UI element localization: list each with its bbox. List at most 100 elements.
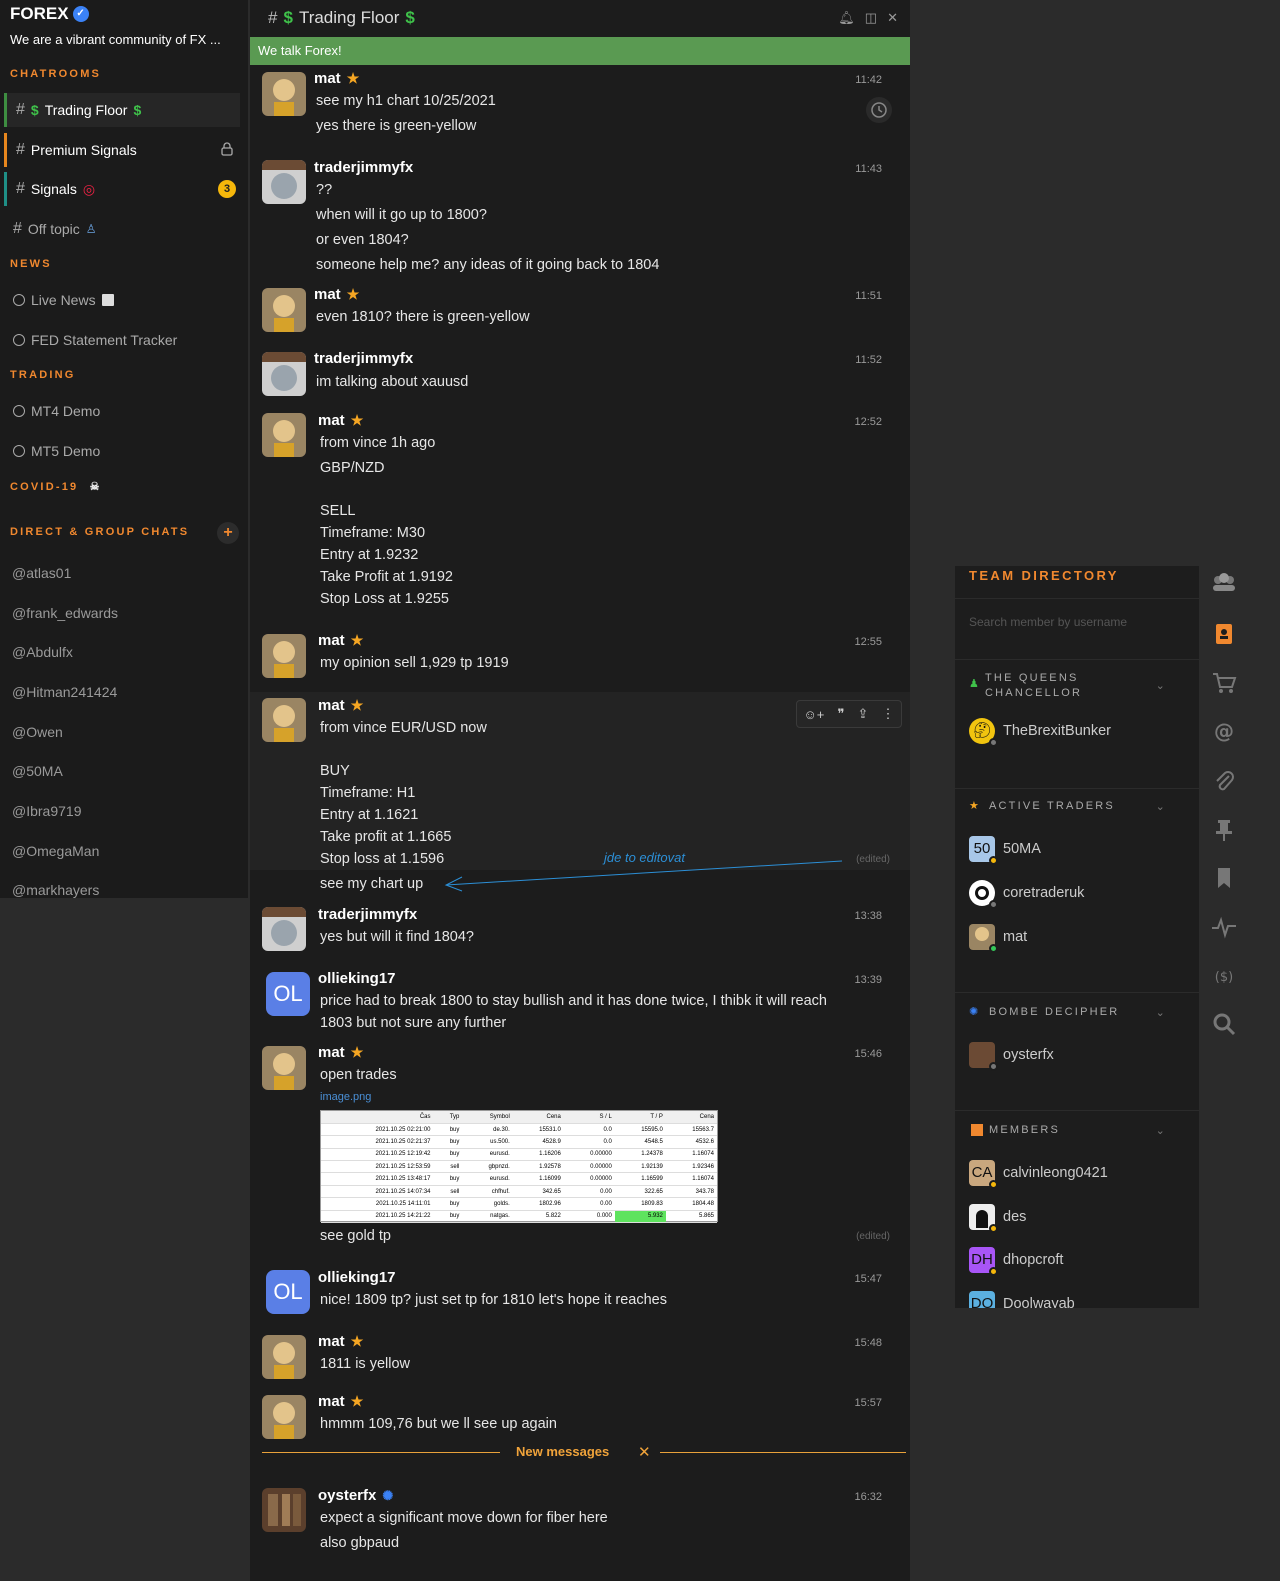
member-item[interactable]: 🤔︎ TheBrexitBunker [969, 716, 1111, 747]
chevron-down-icon[interactable]: ⌄ [1156, 1124, 1167, 1137]
group-members[interactable]: MEMBERS ⌄ [955, 1124, 1199, 1137]
member-item[interactable]: DH dhopcroft [969, 1245, 1063, 1276]
dm-item[interactable]: @markhayers [12, 882, 99, 898]
avatar[interactable] [262, 1488, 306, 1532]
member-item[interactable]: 50 50MA [969, 834, 1041, 865]
trades-cell: 1.16074 [665, 1148, 717, 1162]
message-author[interactable]: ollieking17 [318, 1269, 396, 1286]
dm-item[interactable]: @50MA [12, 763, 63, 779]
channel-premium-signals[interactable]: # Premium Signals [4, 133, 240, 167]
trades-table: Čas Typ Symbol Cena S / LT / P Cena 2021.10.2… [321, 1111, 717, 1224]
trades-cell: 0.00 [563, 1197, 615, 1211]
chat-panel: # $ Trading Floor $ 🔔︎ ◫ ✕ We talk Forex… [250, 0, 910, 1581]
member-item[interactable]: des [969, 1202, 1026, 1233]
group-queens-chancellor[interactable]: ♟ THE QUEENS CHANCELLOR ⌄ [955, 671, 1199, 701]
chevron-down-icon[interactable]: ⌄ [1156, 1006, 1167, 1019]
avatar[interactable] [262, 1335, 306, 1379]
member-avatar [969, 880, 998, 909]
message-text: open trades [320, 1067, 397, 1083]
member-search-input[interactable]: Search member by username [955, 598, 1199, 660]
server-name[interactable]: FOREX ✓ [10, 4, 89, 24]
cart-icon[interactable] [1210, 669, 1238, 697]
message-author[interactable]: traderjimmyfx [318, 906, 417, 923]
trades-cell: 0.00000 [563, 1172, 615, 1186]
member-item[interactable]: mat [969, 922, 1028, 953]
message-author[interactable]: mat ★ [318, 1393, 363, 1410]
member-name: Doolwayab [1003, 1296, 1075, 1308]
trades-cell: sell [433, 1185, 463, 1199]
avatar[interactable] [262, 1046, 306, 1090]
server-tagline: We are a vibrant community of FX ... [10, 32, 221, 47]
member-avatar: 🤔︎ [969, 718, 998, 747]
section-news[interactable]: NEWS [10, 258, 52, 270]
message-time: 15:48 [854, 1337, 882, 1349]
trades-cell: de.30. [462, 1123, 513, 1137]
add-chat-button[interactable]: + [217, 522, 239, 544]
dm-item[interactable]: @OmegaMan [12, 843, 99, 859]
annotation-arrow [444, 860, 843, 892]
section-direct[interactable]: DIRECT & GROUP CHATS [10, 526, 189, 538]
channel-mt5-demo[interactable]: MT5 Demo [4, 434, 240, 468]
member-item[interactable]: oysterfx [969, 1040, 1054, 1071]
message-author[interactable]: ollieking17 [318, 970, 396, 987]
group-active-traders[interactable]: ★ ACTIVE TRADERS ⌄ [955, 800, 1199, 813]
oysterfx-avatar [262, 1488, 306, 1532]
search-icon[interactable] [1210, 1010, 1238, 1038]
mention-icon[interactable]: @ [1210, 718, 1238, 746]
member-name: 50MA [1003, 841, 1041, 857]
dismiss-new-messages-icon[interactable]: ✕ [638, 1443, 651, 1461]
activity-icon[interactable] [1210, 913, 1238, 941]
dm-item[interactable]: @frank_edwards [12, 605, 118, 621]
new-messages-divider: New messages ✕ [262, 1443, 906, 1461]
pin-icon[interactable] [1210, 816, 1238, 844]
message-author[interactable]: mat ★ [318, 1333, 363, 1350]
attachment-link[interactable]: image.png [320, 1091, 371, 1103]
dm-item[interactable]: @Abdulfx [12, 644, 73, 660]
channel-live-news[interactable]: Live News [4, 283, 240, 317]
attachment-icon[interactable] [1210, 767, 1238, 795]
channel-label: Trading Floor [44, 102, 128, 118]
dm-item[interactable]: @atlas01 [12, 565, 71, 581]
section-chatrooms[interactable]: CHATROOMS [10, 68, 101, 80]
trades-image[interactable]: Čas Typ Symbol Cena S / LT / P Cena 2021.10.2… [320, 1110, 718, 1224]
member-item[interactable]: coretraderuk [969, 878, 1084, 909]
dm-item[interactable]: @Owen [12, 724, 63, 740]
channel-signals[interactable]: # Signals ◎ 3 [4, 172, 240, 206]
trades-cell: 2021.10.25 02:21:37 [321, 1135, 434, 1149]
member-item[interactable]: DO Doolwayab [969, 1289, 1075, 1308]
message-text: see gold tp [320, 1228, 391, 1244]
message-text: hmmm 109,76 but we ll see up again [320, 1416, 557, 1432]
divider-rule [660, 1452, 906, 1453]
trades-cell: eurusd. [462, 1148, 513, 1162]
divider-rule [262, 1452, 500, 1453]
message-author[interactable]: oysterfx ✺ [318, 1487, 393, 1504]
dm-item[interactable]: @Hitman241424 [12, 684, 117, 700]
avatar[interactable] [262, 907, 306, 951]
section-trading[interactable]: TRADING [10, 369, 76, 381]
message-author[interactable]: mat ★ [318, 1044, 363, 1061]
star-icon: ★ [350, 1393, 364, 1409]
group-label: MEMBERS [989, 1124, 1061, 1136]
channel-fed-tracker[interactable]: FED Statement Tracker [4, 323, 240, 357]
group-bombe-decipher[interactable]: ✺ BOMBE DECIPHER ⌄ [955, 1006, 1199, 1019]
trades-cell: golds. [462, 1197, 513, 1211]
avatar[interactable] [262, 1395, 306, 1439]
trades-cell: 0.000 [563, 1210, 615, 1224]
channel-off-topic[interactable]: # Off topic ♙ [4, 212, 240, 246]
dm-item[interactable]: @Ibra9719 [12, 803, 81, 819]
channel-mt4-demo[interactable]: MT4 Demo [4, 394, 240, 428]
mat-avatar [262, 1046, 306, 1090]
avatar[interactable]: OL [266, 1270, 310, 1314]
avatar[interactable]: OL [266, 972, 310, 1016]
trades-cell: 322.65 [614, 1185, 666, 1199]
member-name: mat [1003, 929, 1028, 945]
chevron-down-icon[interactable]: ⌄ [1156, 679, 1167, 692]
chevron-down-icon[interactable]: ⌄ [1156, 800, 1167, 813]
team-icon[interactable] [1210, 569, 1238, 597]
section-covid[interactable]: COVID-19 ☠ [10, 480, 102, 493]
contact-book-icon[interactable] [1210, 620, 1238, 648]
member-item[interactable]: CA calvinleong0421 [969, 1158, 1108, 1189]
channel-trading-floor[interactable]: # $ Trading Floor $ [4, 93, 240, 127]
bookmark-icon[interactable] [1210, 864, 1238, 892]
money-icon[interactable]: ($) [1210, 962, 1238, 990]
